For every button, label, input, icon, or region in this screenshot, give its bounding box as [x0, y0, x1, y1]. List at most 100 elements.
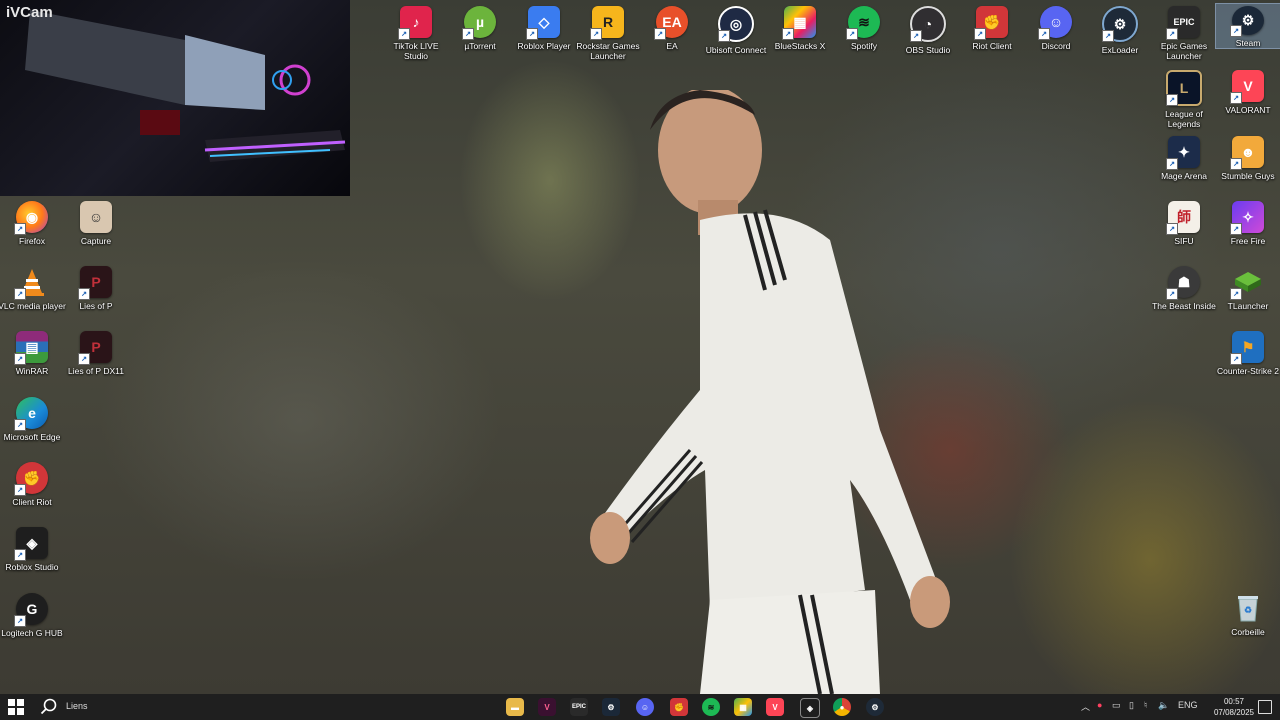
tray-chevron-up-icon[interactable]: ︿	[1081, 700, 1090, 713]
shortcut-arrow-icon: ↗	[78, 353, 90, 365]
icon-label: Roblox Studio	[5, 562, 59, 572]
webcam-feed-scene	[25, 10, 346, 162]
desktop-icon-tlauncher[interactable]: ↗ TLauncher	[1216, 266, 1280, 311]
bluestacks-icon: ▦ ↗	[782, 6, 816, 40]
desktop-icon-sifu[interactable]: 師 ↗ SIFU	[1152, 201, 1216, 246]
shortcut-arrow-icon: ↗	[14, 484, 26, 496]
desktop-icon-tiktok-live-studio[interactable]: ♪ ↗ TikTok LIVE Studio	[384, 6, 448, 61]
taskbar-clock[interactable]: 00:57 07/08/2025	[1214, 696, 1254, 718]
icon-label: Ubisoft Connect	[705, 45, 767, 55]
taskbar-riot-client-icon[interactable]: ✊	[670, 698, 688, 716]
icon-label: Microsoft Edge	[3, 432, 61, 442]
capture-image-icon: ☺	[80, 201, 112, 233]
tray-network-icon[interactable]: ▭	[1112, 700, 1121, 711]
desktop-icon-roblox-studio[interactable]: ◈ ↗ Roblox Studio	[0, 527, 64, 572]
stumble-guys-icon: ☻ ↗	[1230, 136, 1264, 170]
epic-logo-text: EPIC	[571, 704, 586, 710]
desktop-icon-bluestacks[interactable]: ▦ ↗ BlueStacks X	[768, 6, 832, 51]
shortcut-arrow-icon: ↗	[14, 353, 26, 365]
icon-label: Steam	[1235, 38, 1261, 48]
taskbar-steam-icon[interactable]: ⚙	[602, 698, 620, 716]
taskbar-roblox-studio-icon[interactable]: ◈	[800, 698, 820, 718]
search-icon[interactable]	[40, 698, 58, 716]
riot-fist-icon: ✊ ↗	[974, 6, 1008, 40]
desktop-icon-free-fire[interactable]: ✧ ↗ Free Fire	[1216, 201, 1280, 246]
file-explorer-icon[interactable]: ▬	[506, 698, 524, 716]
winrar-icon: ▤ ↗	[14, 331, 48, 365]
icon-label: Client Riot	[12, 497, 52, 507]
taskbar-links-toolbar[interactable]: Liens	[66, 701, 88, 711]
notification-center-icon[interactable]	[1258, 700, 1272, 714]
desktop-icon-valorant[interactable]: V ↗ VALORANT	[1216, 70, 1280, 115]
lies-of-p-icon: P ↗	[78, 266, 112, 300]
valorant-icon: V ↗	[1230, 70, 1264, 104]
desktop-icon-the-beast-inside[interactable]: ☗ ↗ The Beast Inside	[1152, 266, 1216, 311]
icon-label: Stumble Guys	[1221, 171, 1275, 181]
taskbar-valorant-alt-icon[interactable]: V	[766, 698, 784, 716]
taskbar-exloader-icon[interactable]: ⚙	[866, 698, 884, 716]
desktop-icon-obs-studio[interactable]: ◔ ↗ OBS Studio	[896, 6, 960, 55]
icon-label: Rockstar Games Launcher	[576, 41, 640, 61]
desktop-icon-stumble-guys[interactable]: ☻ ↗ Stumble Guys	[1216, 136, 1280, 181]
desktop-icon-counter-strike-2[interactable]: ⚑ ↗ Counter-Strike 2	[1216, 331, 1280, 376]
taskbar-epic-games-icon[interactable]: EPIC	[570, 698, 588, 716]
desktop-icon-lies-of-p-dx11[interactable]: P ↗ Lies of P DX11	[64, 331, 128, 376]
shortcut-arrow-icon: ↗	[1230, 353, 1242, 365]
desktop-icon-recycle-bin[interactable]: ♻ Corbeille	[1216, 592, 1280, 637]
desktop-icon-capture[interactable]: ☺ Capture	[64, 201, 128, 246]
desktop-icon-epic-games[interactable]: EPIC ↗ Epic Games Launcher	[1152, 6, 1216, 61]
desktop-icon-riot-client[interactable]: ✊ ↗ Riot Client	[960, 6, 1024, 51]
desktop-icon-lies-of-p[interactable]: P ↗ Lies of P	[64, 266, 128, 311]
shortcut-arrow-icon: ↗	[1166, 223, 1178, 235]
desktop-icon-winrar[interactable]: ▤ ↗ WinRAR	[0, 331, 64, 376]
taskbar-valorant-icon[interactable]: V	[538, 698, 556, 716]
desktop-icon-firefox[interactable]: ◉ ↗ Firefox	[0, 201, 64, 246]
taskbar-bluestacks-icon[interactable]: ▦	[734, 698, 752, 716]
logitech-g-icon: G ↗	[14, 593, 48, 627]
language-indicator[interactable]: ENG	[1178, 700, 1198, 710]
webcam-overlay[interactable]: iVCam	[0, 0, 350, 196]
tray-microphone-icon[interactable]: ♮	[1144, 700, 1147, 711]
taskbar-discord-icon[interactable]: ☺	[636, 698, 654, 716]
desktop-icon-utorrent[interactable]: µ ↗ µTorrent	[448, 6, 512, 51]
taskbar-spotify-icon[interactable]: ≋	[702, 698, 720, 716]
sifu-icon: 師 ↗	[1166, 201, 1200, 235]
icon-label: Capture	[80, 236, 112, 246]
desktop-icon-ea[interactable]: EA ↗ EA	[640, 6, 704, 51]
desktop-icon-microsoft-edge[interactable]: e ↗ Microsoft Edge	[0, 397, 64, 442]
icon-label: Lies of P DX11	[68, 366, 124, 376]
tray-app-icon[interactable]: ●	[1097, 700, 1102, 710]
desktop-icon-client-riot[interactable]: ✊ ↗ Client Riot	[0, 462, 64, 507]
desktop-icon-roblox-player[interactable]: ◇ ↗ Roblox Player	[512, 6, 576, 51]
icon-label: BlueStacks X	[774, 41, 826, 51]
desktop-icon-exloader[interactable]: ⚙ ↗ ExLoader	[1088, 6, 1152, 55]
desktop-icon-logitech-g-hub[interactable]: G ↗ Logitech G HUB	[0, 593, 64, 638]
desktop-icon-steam[interactable]: ⚙ ↗ Steam	[1215, 3, 1280, 49]
desktop-icon-rockstar[interactable]: R ↗ Rockstar Games Launcher	[576, 6, 640, 61]
windows-start-icon[interactable]	[8, 699, 24, 715]
roblox-icon: ◇ ↗	[526, 6, 560, 40]
icon-label: Epic Games Launcher	[1160, 41, 1208, 61]
desktop-icon-discord[interactable]: ☺ ↗ Discord	[1024, 6, 1088, 51]
tray-volume-icon[interactable]: 🔈	[1158, 700, 1169, 711]
recycle-bin-icon: ♻	[1232, 592, 1264, 624]
shortcut-arrow-icon: ↗	[1166, 288, 1178, 300]
utorrent-icon: µ ↗	[462, 6, 496, 40]
desktop-icon-league-of-legends[interactable]: L ↗ League of Legends	[1152, 70, 1216, 129]
vlc-cone-icon: ↗	[14, 266, 48, 300]
taskbar-chrome-icon[interactable]: ●	[833, 698, 851, 716]
desktop-icon-ubisoft-connect[interactable]: ◎ ↗ Ubisoft Connect	[704, 6, 768, 55]
shortcut-arrow-icon: ↗	[654, 28, 666, 40]
icon-label: Free Fire	[1230, 236, 1266, 246]
desktop-icon-vlc[interactable]: ↗ VLC media player	[0, 266, 66, 311]
shortcut-arrow-icon: ↗	[398, 28, 410, 40]
shortcut-arrow-icon: ↗	[1230, 223, 1242, 235]
tray-battery-icon[interactable]: ▯	[1129, 700, 1134, 711]
icon-label: TLauncher	[1227, 301, 1269, 311]
shortcut-arrow-icon: ↗	[14, 223, 26, 235]
desktop-icon-spotify[interactable]: ≋ ↗ Spotify	[832, 6, 896, 51]
discord-icon: ☺ ↗	[1038, 6, 1072, 40]
desktop-icon-mage-arena[interactable]: ✦ ↗ Mage Arena	[1152, 136, 1216, 181]
icon-label: Lies of P	[79, 301, 113, 311]
shortcut-arrow-icon: ↗	[974, 28, 986, 40]
